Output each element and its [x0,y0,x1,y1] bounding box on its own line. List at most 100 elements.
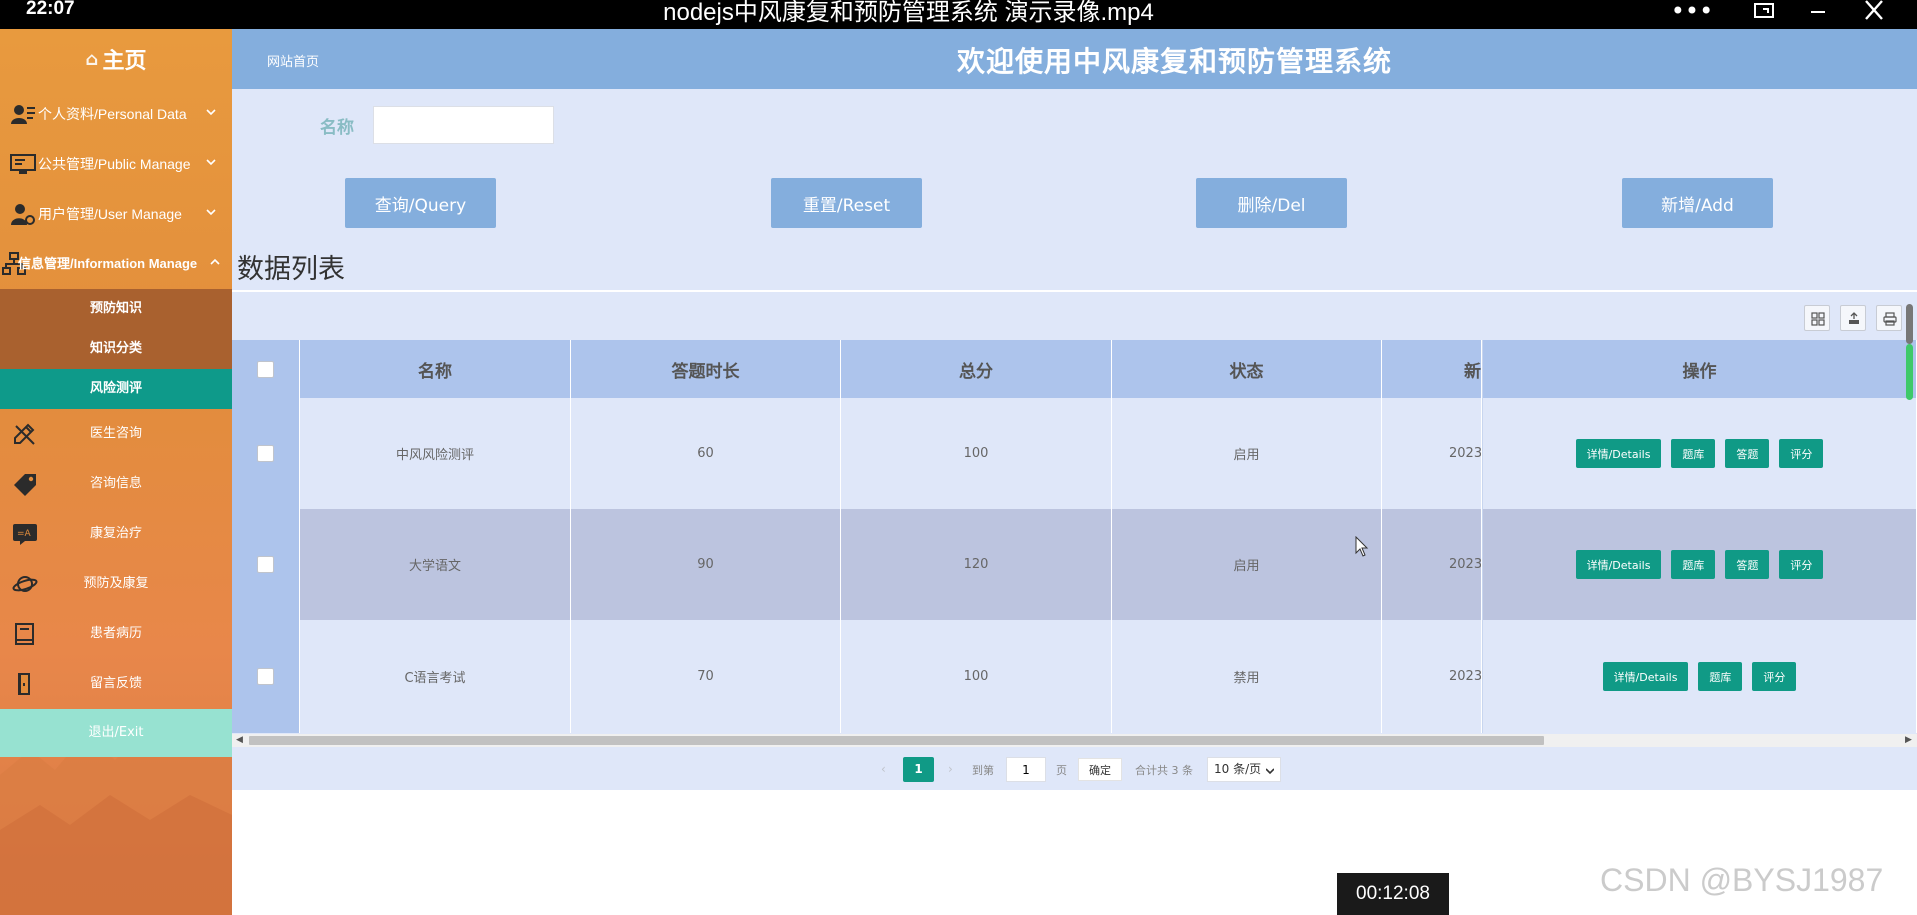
question-bank-button[interactable]: 题库 [1671,439,1716,468]
cell-name: C语言考试 [300,620,571,733]
score-button[interactable]: 评分 [1779,439,1824,468]
column-header-date[interactable]: 新 [1382,340,1482,398]
column-toggle-icon[interactable] [1804,305,1830,331]
more-icon[interactable]: ••• [1670,0,1714,26]
score-button[interactable]: 评分 [1752,662,1797,691]
question-bank-button[interactable]: 题库 [1698,662,1743,691]
mouse-cursor-icon [1355,536,1369,557]
header-bar: 网站首页 欢迎使用中风康复和预防管理系统 [232,29,1917,89]
table-row: 中风风险测评 60 100 启用 2023 详情/Details 题库 答题 评… [232,398,1917,509]
breadcrumb[interactable]: 网站首页 [267,51,319,70]
answer-button[interactable]: 答题 [1725,550,1770,579]
search-label: 名称 [320,118,354,138]
user-card-icon [11,105,35,124]
close-icon[interactable] [1852,0,1896,26]
reset-button[interactable]: 重置/Reset [771,178,922,228]
picture-in-picture-icon[interactable] [1742,0,1786,26]
chevron-down-icon [206,109,216,116]
cell-date: 2023 [1382,620,1482,733]
app-window: ⌂ 主页 个人资料/Personal Data 公共管理/Public Mana… [0,29,1917,915]
row-checkbox[interactable] [257,668,274,685]
user-gear-icon [11,204,35,225]
export-icon[interactable] [1840,305,1866,331]
cell-name: 大学语文 [300,509,571,620]
cell-actions: 详情/Details 题库 答题 评分 [1482,398,1917,509]
details-button[interactable]: 详情/Details [1575,439,1662,468]
table-row: 大学语文 90 120 启用 2023 详情/Details 题库 答题 评分 [232,509,1917,620]
home-link[interactable]: ⌂ 主页 [0,29,232,89]
sidebar-item-patient-records[interactable]: 患者病历 [0,609,232,659]
sidebar-group-information-manage[interactable]: 信息管理/Information Manage [0,239,232,289]
sidebar-item-label: 咨询信息 [89,476,142,491]
sidebar-item-feedback[interactable]: 留言反馈 [0,659,232,709]
sidebar-group-user-manage[interactable]: 用户管理/User Manage [0,189,232,239]
question-bank-button[interactable]: 题库 [1671,550,1716,579]
name-search-input[interactable] [373,106,554,144]
column-header-name[interactable]: 名称 [300,340,571,398]
home-icon: ⌂ [85,48,99,70]
vertical-scrollbar[interactable] [1903,304,1914,400]
goto-confirm-button[interactable]: 确定 [1078,758,1122,781]
sidebar-item-doctor-consult[interactable]: 医生咨询 [0,409,232,459]
goto-page-input[interactable] [1006,757,1046,782]
table-row: C语言考试 70 100 禁用 2023 详情/Details 题库 评分 [232,620,1917,733]
sidebar-group-label: 个人资料/Personal Data [38,106,187,122]
cell-status: 启用 [1112,509,1382,620]
horizontal-scrollbar[interactable]: ◀ ▶ [232,734,1917,747]
prev-page-icon[interactable]: ‹ [881,762,886,776]
print-icon[interactable] [1876,305,1902,331]
chevron-down-icon [1266,768,1274,775]
cell-status: 禁用 [1112,620,1382,733]
sidebar: ⌂ 主页 个人资料/Personal Data 公共管理/Public Mana… [0,29,232,915]
data-table: 名称 答题时长 总分 状态 新 操作 中风风险测评 60 100 启用 2023… [232,340,1917,733]
scroll-right-icon[interactable]: ▶ [1905,735,1912,745]
page-size-select[interactable]: 10 条/页 [1207,757,1281,782]
sidebar-group-personal-data[interactable]: 个人资料/Personal Data [0,89,232,139]
details-button[interactable]: 详情/Details [1575,550,1662,579]
cell-name: 中风风险测评 [300,398,571,509]
details-button[interactable]: 详情/Details [1602,662,1689,691]
delete-button[interactable]: 删除/Del [1196,178,1347,228]
sidebar-item-label: 康复治疗 [89,526,142,541]
sidebar-item-prevention-knowledge[interactable]: 预防知识 [0,289,232,329]
sidebar-group-label: 信息管理/Information Manage [18,256,198,271]
sidebar-item-knowledge-category[interactable]: 知识分类 [0,329,232,369]
cell-actions: 详情/Details 题库 评分 [1482,620,1917,733]
scroll-left-icon[interactable]: ◀ [236,735,243,745]
next-page-icon[interactable]: › [948,762,953,776]
page-number-current[interactable]: 1 [903,757,934,782]
sidebar-item-label: 医生咨询 [89,426,142,441]
column-header-duration[interactable]: 答题时长 [571,340,841,398]
add-button[interactable]: 新增/Add [1622,178,1773,228]
select-all-checkbox[interactable] [257,360,274,378]
video-player-bar: 22:07 nodejs中风康复和预防管理系统 演示录像.mp4 ••• [0,0,1917,29]
sidebar-item-risk-assessment[interactable]: 风险测评 [0,369,232,409]
column-header-total[interactable]: 总分 [841,340,1112,398]
cell-total: 100 [841,398,1112,509]
row-select-cell [232,620,300,733]
minimize-icon[interactable] [1796,0,1840,26]
chevron-down-icon [206,159,216,166]
column-header-actions: 操作 [1482,340,1917,398]
query-button[interactable]: 查询/Query [345,178,496,228]
table-header: 名称 答题时长 总分 状态 新 操作 [232,340,1917,398]
row-select-cell [232,509,300,620]
score-button[interactable]: 评分 [1779,550,1824,579]
page-title: 欢迎使用中风康复和预防管理系统 [957,45,1393,78]
answer-button[interactable]: 答题 [1725,439,1770,468]
goto-suffix: 页 [1056,764,1067,777]
cell-duration: 60 [571,398,841,509]
row-checkbox[interactable] [257,556,274,573]
column-header-status[interactable]: 状态 [1112,340,1382,398]
sidebar-item-rehab-treatment[interactable]: =A 康复治疗 [0,509,232,559]
scrollbar-thumb[interactable] [249,736,1544,745]
cell-total: 100 [841,620,1112,733]
sidebar-item-prevention-rehab[interactable]: 预防及康复 [0,559,232,609]
row-checkbox[interactable] [257,445,274,462]
cell-duration: 70 [571,620,841,733]
exit-button[interactable]: 退出/Exit [0,709,232,757]
sidebar-group-public-manage[interactable]: 公共管理/Public Manage [0,139,232,189]
sidebar-item-consult-info[interactable]: 咨询信息 [0,459,232,509]
content-panel: 名称 查询/Query 重置/Reset 删除/Del 新增/Add 数据列表 [232,89,1917,790]
sidebar-submenu: 预防知识 知识分类 风险测评 [0,289,232,409]
